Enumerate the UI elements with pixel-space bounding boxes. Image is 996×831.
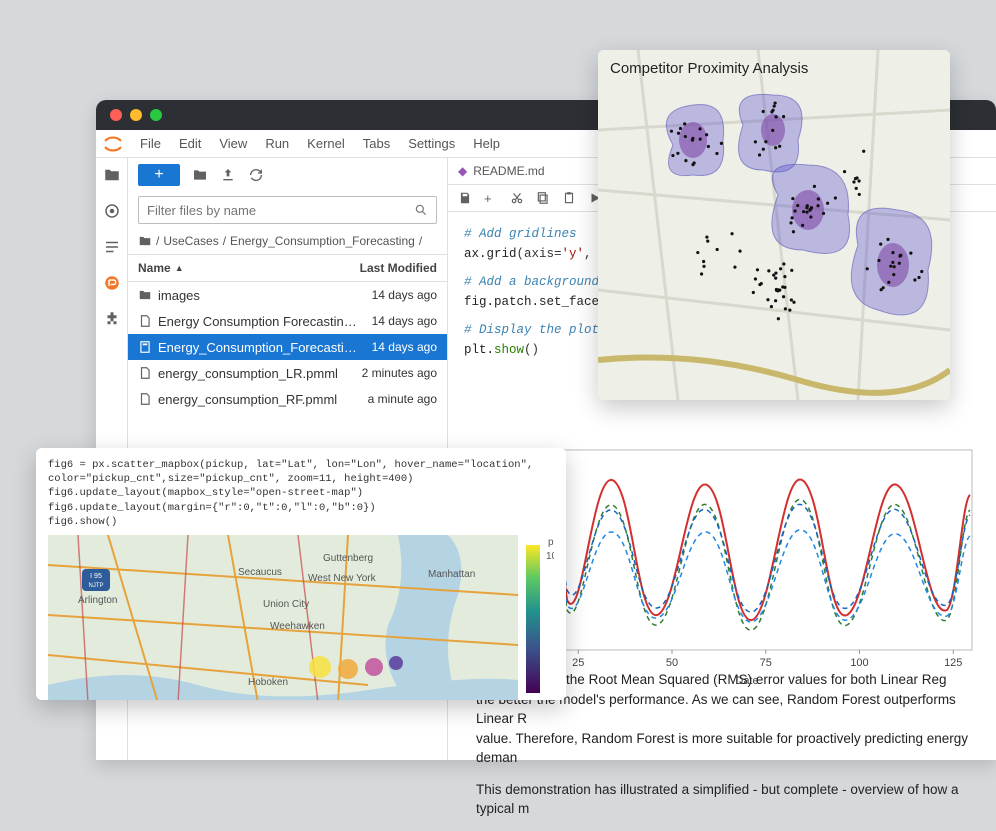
chart-series4 — [527, 530, 970, 622]
code-comment: # Add gridlines — [464, 227, 577, 241]
code-token: plt. — [464, 343, 494, 357]
map-label-unioncity: Union City — [263, 599, 309, 610]
breadcrumb-sep: / — [223, 234, 226, 248]
map-label-arlington: Arlington — [78, 595, 117, 606]
sort-caret-icon[interactable]: ▲ — [175, 263, 184, 273]
code-token: fig.patch.set_face — [464, 295, 599, 309]
jupyter-logo-icon — [102, 133, 124, 155]
teradata-tab-icon[interactable] — [103, 274, 121, 292]
new-launcher-button[interactable]: + — [138, 164, 180, 186]
tab-title: README.md — [473, 164, 544, 178]
pickup-bubble — [309, 656, 331, 678]
breadcrumb-seg-energy[interactable]: Energy_Consumption_Forecasting — [230, 234, 415, 248]
code-line: fig6.update_layout(margin={"r":0,"t":0,"… — [48, 501, 554, 515]
save-button[interactable] — [458, 191, 472, 205]
svg-text:50: 50 — [666, 657, 678, 669]
filter-input[interactable] — [138, 196, 437, 224]
code-comment: # Display the plot — [464, 323, 599, 337]
code-map-card: fig6 = px.scatter_mapbox(pickup, lat="La… — [36, 448, 566, 700]
pickup-bubble — [365, 658, 383, 676]
file-row[interactable]: Energy_Consumption_Forecasting_...14 day… — [128, 334, 447, 360]
copy-button[interactable] — [536, 191, 550, 205]
breadcrumb-seg-usecases[interactable]: UseCases — [163, 234, 218, 248]
search-icon — [414, 203, 428, 217]
code-block: fig6 = px.scatter_mapbox(pickup, lat="La… — [48, 458, 554, 529]
map-label-secaucus: Secaucus — [238, 567, 282, 578]
svg-text:125: 125 — [944, 657, 962, 669]
code-token: 'y' — [562, 247, 585, 261]
readme-line: This demonstration has illustrated a sim… — [476, 780, 996, 819]
breadcrumb-seg-root[interactable]: / — [156, 234, 159, 248]
menubar-view[interactable]: View — [211, 132, 255, 155]
svg-text:100: 100 — [850, 657, 868, 669]
breadcrumb: / UseCases / Energy_Consumption_Forecast… — [128, 228, 447, 255]
menubar-kernel[interactable]: Kernel — [299, 132, 353, 155]
breadcrumb-root-icon[interactable] — [138, 234, 152, 248]
file-row[interactable]: energy_consumption_LR.pmml2 minutes ago — [128, 360, 447, 386]
scatter-map: I 95 NJTP Arlington Secaucus Union City … — [48, 535, 554, 700]
code-token: , — [584, 247, 592, 261]
window-close-button[interactable] — [110, 109, 122, 121]
svg-text:NJTP: NJTP — [89, 583, 104, 589]
file-row[interactable]: energy_consumption_RF.pmmla minute ago — [128, 386, 447, 412]
window-maximize-button[interactable] — [150, 109, 162, 121]
code-comment: # Add a background — [464, 275, 599, 289]
cut-button[interactable] — [510, 191, 524, 205]
refresh-button[interactable] — [248, 167, 264, 183]
code-token: () — [524, 343, 539, 357]
code-line: fig6.update_layout(mapbox_style="open-st… — [48, 486, 554, 500]
menubar-tabs[interactable]: Tabs — [355, 132, 398, 155]
svg-text:75: 75 — [760, 657, 772, 669]
menubar-file[interactable]: File — [132, 132, 169, 155]
pickup-bubble — [389, 656, 403, 670]
readme-line: value. Therefore, Random Forest is more … — [476, 731, 968, 766]
map-label-guttenberg: Guttenberg — [323, 553, 373, 564]
chart-series1 — [527, 480, 970, 621]
folder-tab-icon[interactable] — [103, 166, 121, 184]
svg-text:I 95: I 95 — [90, 573, 102, 580]
header-modified[interactable]: Last Modified — [360, 261, 437, 275]
code-line: fig6 = px.scatter_mapbox(pickup, lat="La… — [48, 458, 554, 472]
map-label-hoboken: Hoboken — [248, 677, 288, 688]
markdown-icon: ◆ — [458, 164, 467, 178]
map-label-weehawken: Weehawken — [270, 621, 325, 632]
upload-button[interactable] — [220, 167, 236, 183]
code-token: (axis= — [517, 247, 562, 261]
extension-tab-icon[interactable] — [103, 310, 121, 328]
pickup-bubble — [338, 659, 358, 679]
menubar-settings[interactable]: Settings — [400, 132, 463, 155]
file-toolbar: + — [128, 158, 447, 192]
menubar-run[interactable]: Run — [257, 132, 297, 155]
colorbar — [526, 545, 540, 693]
file-row[interactable]: Energy Consumption Forecasting S...14 da… — [128, 308, 447, 334]
insert-cell-button[interactable]: + — [484, 191, 498, 205]
colorbar-tick: 10k — [546, 551, 554, 562]
paste-button[interactable] — [562, 191, 576, 205]
menubar-edit[interactable]: Edit — [171, 132, 209, 155]
competitor-map-card: Competitor Proximity Analysis — [598, 50, 950, 400]
menubar-help[interactable]: Help — [465, 132, 508, 155]
window-minimize-button[interactable] — [130, 109, 142, 121]
breadcrumb-sep: / — [419, 234, 422, 248]
running-tab-icon[interactable] — [103, 202, 121, 220]
filter-text-field[interactable] — [147, 203, 414, 218]
map-label-wny: West New York — [308, 573, 377, 584]
file-list: images14 days agoEnergy Consumption Fore… — [128, 282, 447, 412]
colorbar-label: pickup_cnt — [548, 537, 554, 548]
code-line: fig6.show() — [48, 515, 554, 529]
file-row[interactable]: images14 days ago — [128, 282, 447, 308]
header-name[interactable]: Name — [138, 261, 171, 275]
code-line: color="pickup_cnt",size="pickup_cnt", zo… — [48, 472, 554, 486]
competitor-map-title: Competitor Proximity Analysis — [610, 60, 808, 77]
svg-text:25: 25 — [572, 657, 584, 669]
map-label-manhattan: Manhattan — [428, 569, 475, 580]
toc-tab-icon[interactable] — [103, 238, 121, 256]
code-token: ax.grid — [464, 247, 517, 261]
code-token: show — [494, 343, 524, 357]
new-folder-button[interactable] — [192, 167, 208, 183]
file-list-header: Name ▲ Last Modified — [128, 255, 447, 282]
